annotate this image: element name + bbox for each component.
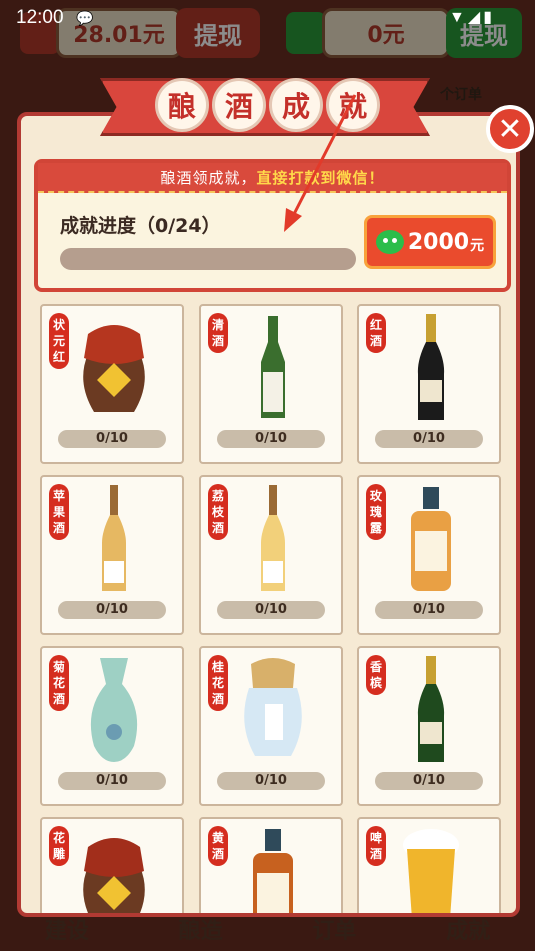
achievement-card[interactable]: 玫瑰露 0/10 [357,475,501,635]
reward-amount: 2000 [407,229,470,255]
bottle-icon [261,316,285,418]
close-button[interactable]: ✕ [486,105,534,153]
item-name-tag: 玫瑰露 [366,484,386,540]
achievement-dialog: 酿酒领成就，直接打款到微信！ 成就进度（0/24） 2000 元 状元红 0/10… [17,112,520,917]
pointer-arrow-icon [284,94,357,232]
jar-icon [83,838,145,913]
achievement-card[interactable]: 荔枝酒 0/10 [199,475,343,635]
achievement-card[interactable]: 啤酒 [357,817,501,913]
status-bar: 12:00 💬 ▼◢▮ [0,0,535,36]
bottle-icon [411,487,451,591]
achievement-card[interactable]: 菊花酒 0/10 [40,646,184,806]
pot-icon [244,658,302,756]
item-progress: 0/10 [58,601,166,619]
item-progress: 0/10 [375,772,483,790]
item-name-tag: 桂花酒 [208,655,228,711]
achievement-card[interactable]: 香槟 0/10 [357,646,501,806]
item-progress: 0/10 [217,601,325,619]
reward-button[interactable]: 2000 元 [364,215,496,269]
banner-text: 酿酒领成就， [160,169,257,187]
achievement-card[interactable]: 桂花酒 0/10 [199,646,343,806]
beer-glass-icon [403,829,459,913]
bottle-icon [417,656,445,762]
bottle-icon [253,829,293,913]
item-name-tag: 状元红 [49,313,69,369]
item-name-tag: 啤酒 [366,826,386,866]
bottle-icon [102,485,126,591]
system-icons: ▼◢▮ [449,9,495,26]
achievement-card[interactable]: 红酒 0/10 [357,304,501,464]
item-name-tag: 香槟 [366,655,386,695]
bottle-icon [417,314,445,420]
clock: 12:00 [16,7,64,28]
title-char: 酒 [212,78,266,132]
item-progress: 0/10 [375,601,483,619]
item-name-tag: 菊花酒 [49,655,69,711]
achievement-card[interactable]: 花雕 [40,817,184,913]
item-name-tag: 红酒 [366,313,386,353]
item-progress: 0/10 [217,430,325,448]
progress-label: 成就进度（0/24） [60,215,221,237]
item-progress: 0/10 [375,430,483,448]
item-progress: 0/10 [217,772,325,790]
item-name-tag: 黄酒 [208,826,228,866]
jar-icon [83,325,145,412]
chat-notification-icon: 💬 [76,10,94,26]
wechat-icon [375,230,404,254]
achievement-card[interactable]: 苹果酒 0/10 [40,475,184,635]
reward-unit: 元 [470,238,485,254]
vase-icon [90,658,138,762]
achievement-card[interactable]: 清酒 0/10 [199,304,343,464]
title-char: 酿 [155,78,209,132]
item-name-tag: 荔枝酒 [208,484,228,540]
item-name-tag: 花雕 [49,826,69,866]
item-progress: 0/10 [58,430,166,448]
achievement-card[interactable]: 状元红 0/10 [40,304,184,464]
bottle-icon [261,485,285,591]
item-name-tag: 清酒 [208,313,228,353]
item-name-tag: 苹果酒 [49,484,69,540]
achievement-card[interactable]: 黄酒 [199,817,343,913]
item-progress: 0/10 [58,772,166,790]
progress-bar [60,248,356,270]
